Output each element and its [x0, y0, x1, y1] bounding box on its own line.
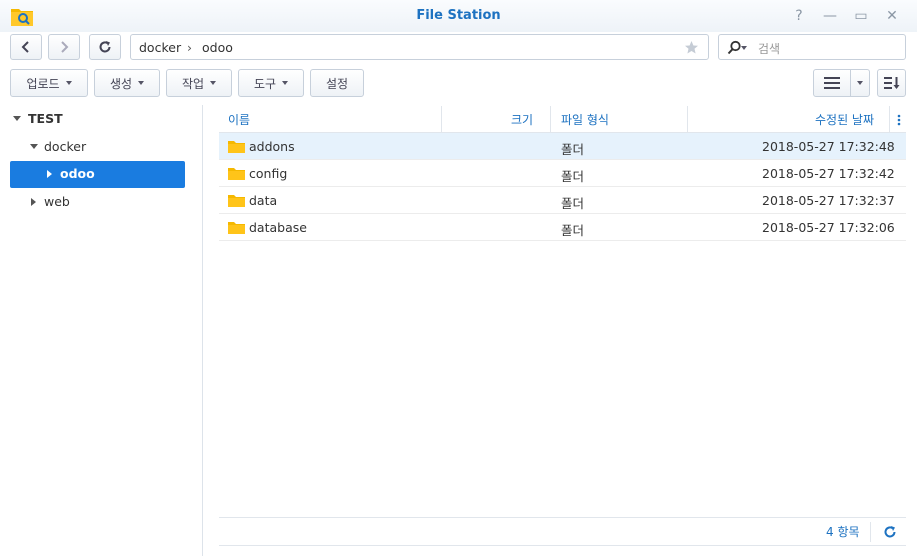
- list-view-button[interactable]: [813, 69, 851, 97]
- tree-item-docker[interactable]: docker: [44, 139, 86, 154]
- breadcrumb-separator-icon: ›: [187, 40, 192, 55]
- chevron-right-icon: [61, 41, 69, 53]
- column-header-modified[interactable]: 수정된 날짜: [815, 111, 874, 128]
- footer-separator: [870, 522, 871, 542]
- column-header-name[interactable]: 이름: [228, 111, 250, 128]
- sort-button[interactable]: [877, 69, 906, 97]
- footer-divider: [219, 517, 906, 518]
- upload-label: 업로드: [26, 76, 60, 91]
- table-row[interactable]: config 폴더 2018-05-27 17:32:42: [219, 160, 906, 187]
- action-label: 작업: [181, 76, 205, 91]
- window-title: File Station: [416, 8, 501, 23]
- help-icon[interactable]: ?: [789, 6, 809, 26]
- file-type: 폴더: [561, 142, 585, 157]
- folder-icon: [228, 222, 245, 234]
- file-name: addons: [249, 139, 295, 154]
- close-icon[interactable]: ✕: [882, 6, 902, 26]
- search-icon[interactable]: [727, 40, 742, 55]
- tools-label: 도구: [253, 76, 277, 91]
- search-options-caret-icon[interactable]: [741, 46, 747, 50]
- refresh-icon[interactable]: [883, 525, 897, 539]
- tools-button[interactable]: 도구: [238, 69, 304, 97]
- table-row[interactable]: addons 폴더 2018-05-27 17:32:48: [219, 133, 906, 160]
- address-bar[interactable]: docker › odoo: [130, 34, 709, 60]
- search-box[interactable]: 검색: [718, 34, 906, 60]
- settings-label: 설정: [325, 76, 349, 91]
- caret-down-icon: [210, 81, 217, 85]
- table-row[interactable]: data 폴더 2018-05-27 17:32:37: [219, 187, 906, 214]
- settings-button[interactable]: 설정: [310, 69, 364, 97]
- tree-expand-icon[interactable]: [30, 144, 38, 149]
- pane-divider[interactable]: [202, 105, 203, 556]
- minimize-icon[interactable]: —: [820, 6, 840, 26]
- file-type: 폴더: [561, 196, 585, 211]
- file-modified: 2018-05-27 17:32:42: [762, 166, 895, 181]
- maximize-icon[interactable]: ▭: [851, 6, 871, 26]
- item-count: 4 항목: [826, 525, 860, 539]
- tree-expand-icon[interactable]: [13, 116, 21, 121]
- refresh-button[interactable]: [89, 34, 121, 60]
- column-menu-icon[interactable]: [897, 114, 901, 126]
- tree-collapse-icon[interactable]: [47, 170, 52, 178]
- table-row[interactable]: database 폴더 2018-05-27 17:32:06: [219, 214, 906, 241]
- column-header-type[interactable]: 파일 형식: [561, 111, 609, 128]
- view-options-button[interactable]: [850, 69, 870, 97]
- folder-icon: [228, 195, 245, 207]
- file-name: config: [249, 166, 288, 181]
- breadcrumb-docker[interactable]: docker: [139, 40, 181, 55]
- file-type: 폴더: [561, 169, 585, 184]
- file-name: data: [249, 193, 278, 208]
- caret-down-icon: [282, 81, 289, 85]
- create-button[interactable]: 생성: [94, 69, 160, 97]
- upload-button[interactable]: 업로드: [10, 69, 88, 97]
- folder-icon: [228, 168, 245, 180]
- search-input[interactable]: 검색: [758, 40, 780, 57]
- file-type: 폴더: [561, 223, 585, 238]
- tree-collapse-icon[interactable]: [31, 198, 36, 206]
- tree-item-odoo[interactable]: odoo: [60, 166, 95, 181]
- sort-icon: [883, 77, 899, 89]
- tree-item-web[interactable]: web: [44, 194, 70, 209]
- column-separator: [441, 106, 442, 132]
- create-label: 생성: [109, 76, 133, 91]
- refresh-icon: [99, 41, 111, 53]
- breadcrumb-odoo[interactable]: odoo: [202, 40, 233, 55]
- forward-button[interactable]: [48, 34, 80, 60]
- back-button[interactable]: [10, 34, 42, 60]
- folder-icon: [228, 141, 245, 153]
- footer-bottom-line: [219, 545, 906, 546]
- caret-down-icon: [857, 81, 863, 85]
- column-header-size[interactable]: 크기: [511, 111, 533, 128]
- column-separator: [687, 106, 688, 132]
- file-modified: 2018-05-27 17:32:06: [762, 220, 895, 235]
- action-button[interactable]: 작업: [166, 69, 232, 97]
- caret-down-icon: [65, 81, 72, 85]
- file-modified: 2018-05-27 17:32:37: [762, 193, 895, 208]
- file-name: database: [249, 220, 307, 235]
- file-modified: 2018-05-27 17:32:48: [762, 139, 895, 154]
- list-view-icon: [824, 77, 840, 89]
- column-separator: [889, 106, 890, 132]
- chevron-left-icon: [21, 41, 29, 53]
- star-icon[interactable]: [684, 40, 699, 55]
- tree-item-selected-bg: [10, 161, 185, 188]
- caret-down-icon: [138, 81, 145, 85]
- tree-root-test[interactable]: TEST: [28, 111, 63, 126]
- column-separator: [550, 106, 551, 132]
- title-bar: File Station ? — ▭ ✕: [0, 0, 917, 32]
